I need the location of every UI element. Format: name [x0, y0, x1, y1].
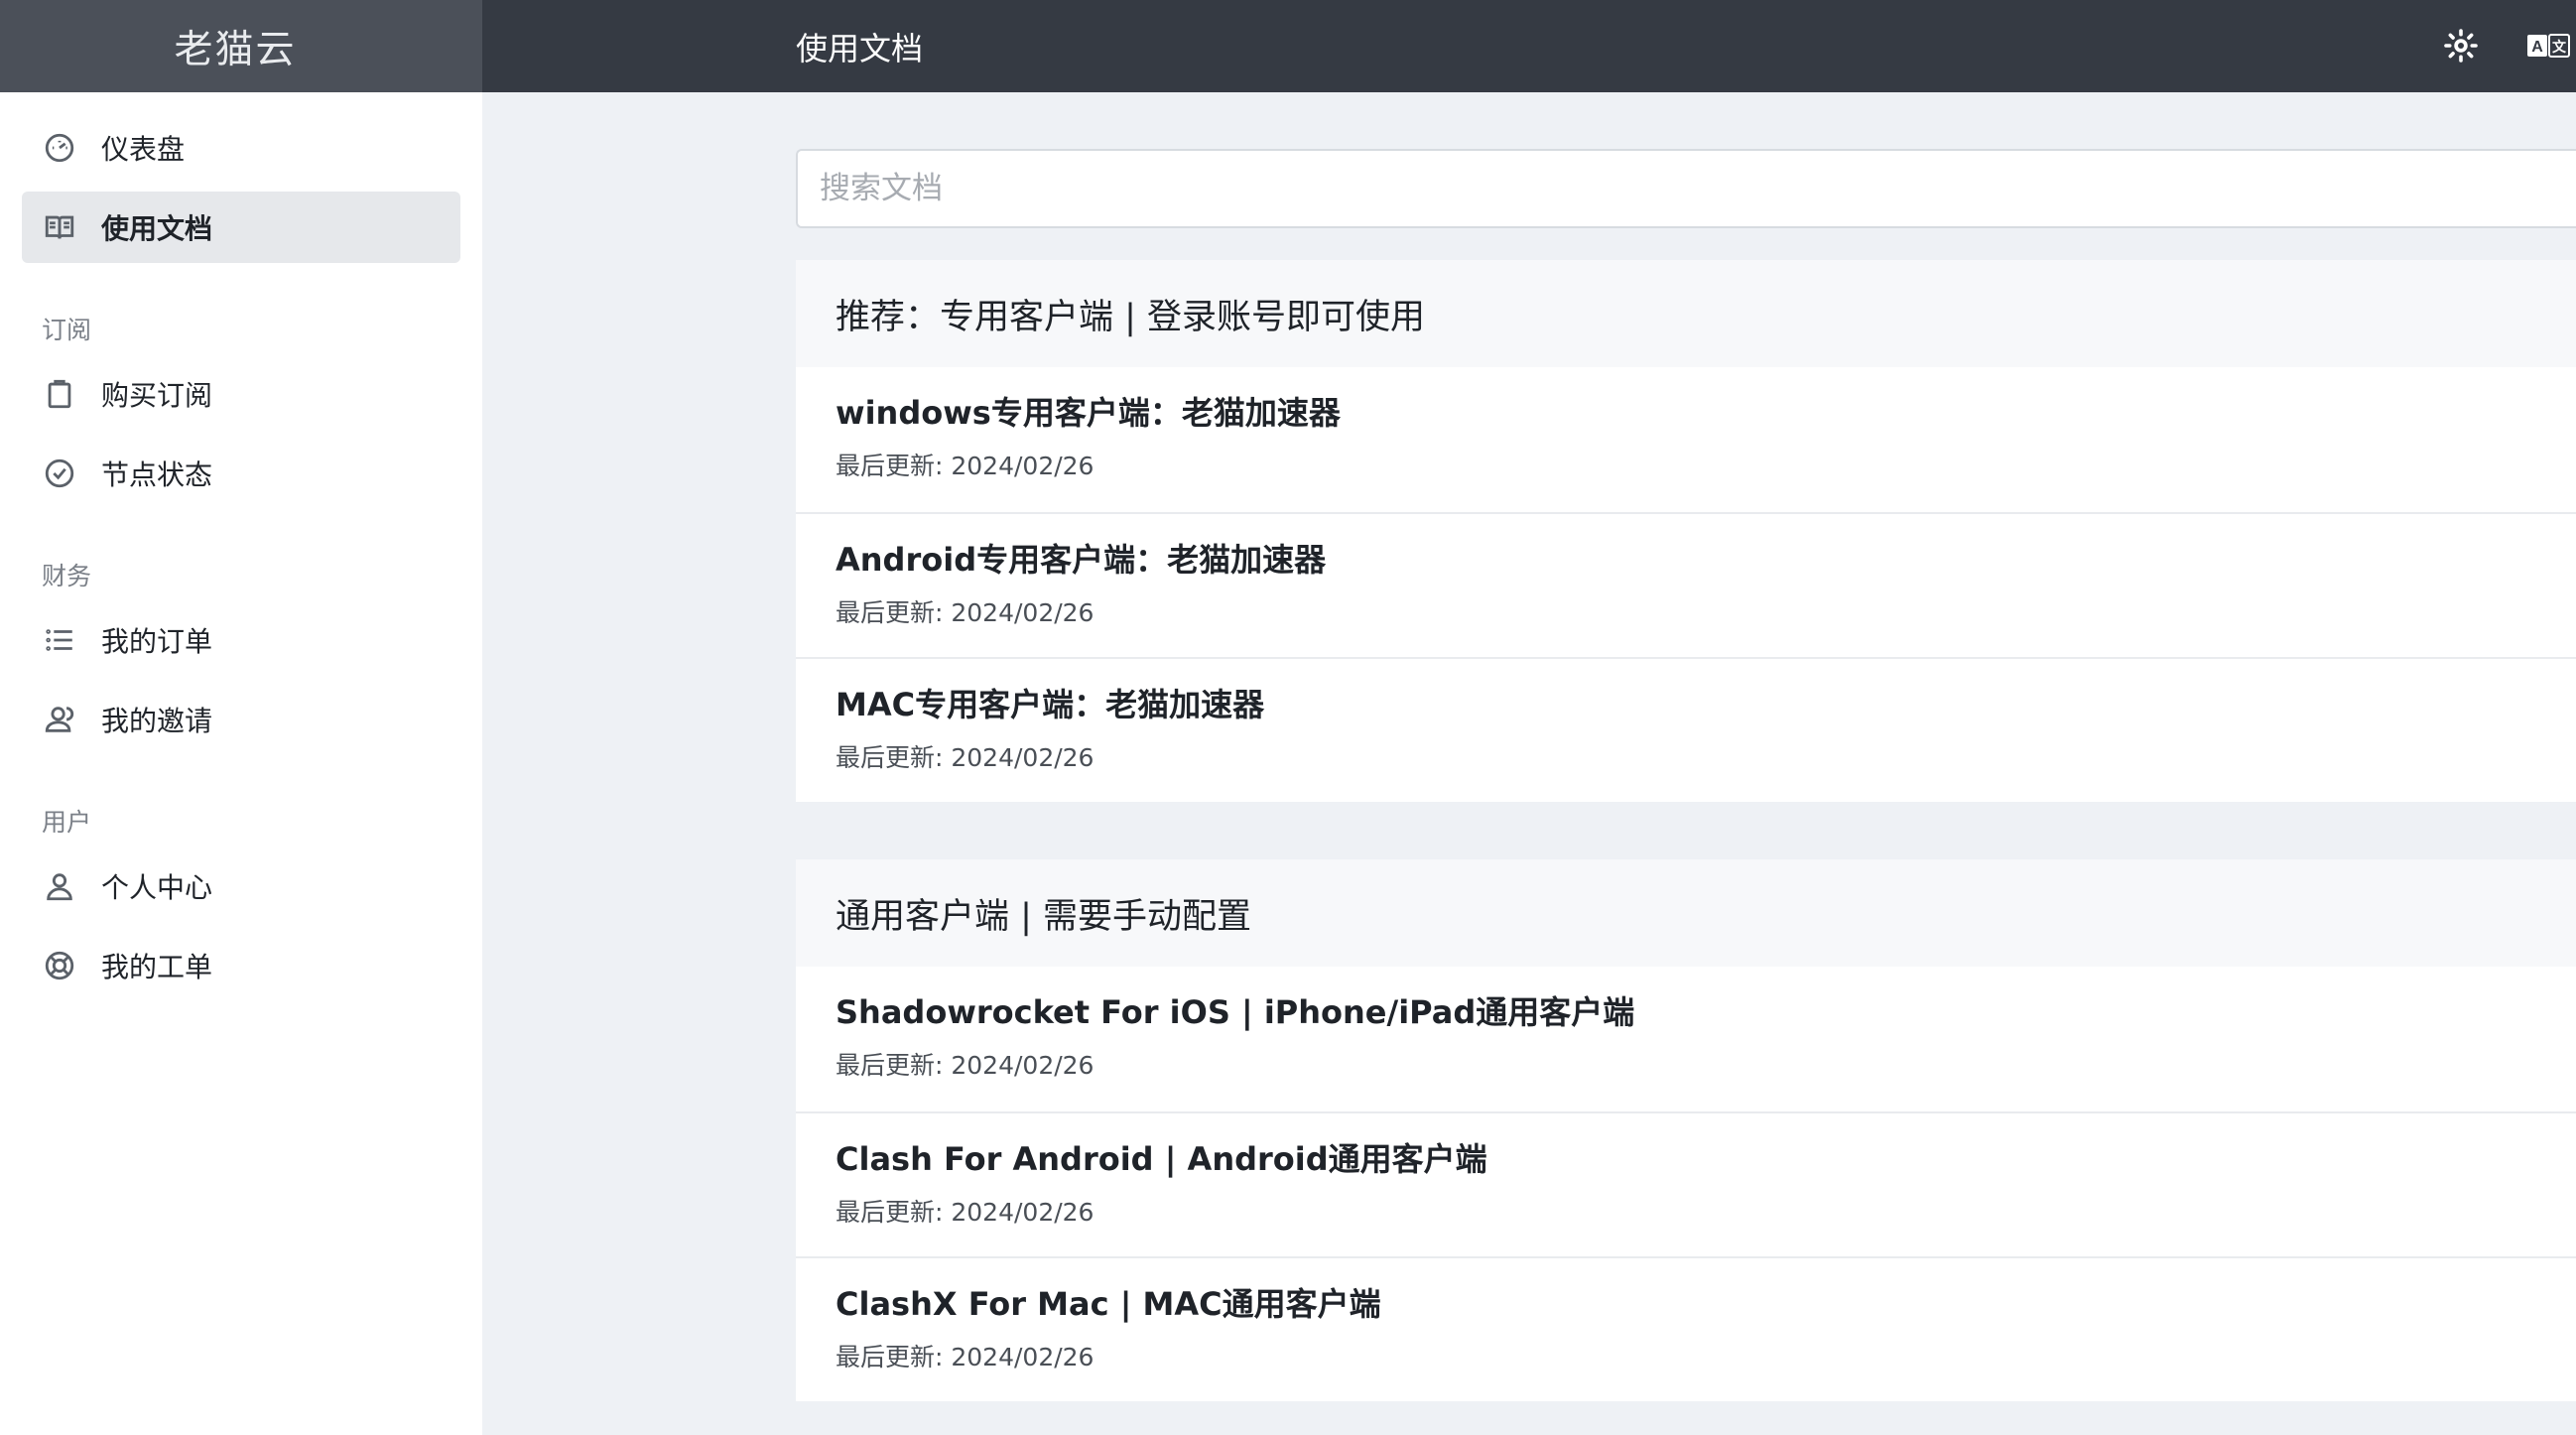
sidebar: 老猫云 仪表盘 使用文档 订阅 购买订阅 节点状态 财务 我的订单 我的邀请 用…	[0, 0, 482, 1435]
top-header: 使用文档 A 文	[482, 0, 2576, 92]
doc-updated: 最后更新: 2024/02/26	[836, 1198, 1095, 1227]
doc-updated: 最后更新: 2024/02/26	[836, 1343, 1095, 1371]
language-switch-button[interactable]: A 文	[2524, 28, 2572, 64]
sidebar-item-node-status[interactable]: 节点状态	[22, 438, 460, 509]
sun-icon	[2444, 29, 2478, 63]
sidebar-item-label: 购买订阅	[101, 379, 213, 412]
doc-item[interactable]: Android专用客户端：老猫加速器 最后更新: 2024/02/26	[796, 512, 2576, 657]
doc-title: Android专用客户端：老猫加速器	[836, 541, 1327, 579]
clipboard-icon	[42, 376, 77, 412]
sidebar-item-label: 我的订单	[101, 625, 213, 658]
sidebar-nav: 仪表盘 使用文档 订阅 购买订阅 节点状态 财务 我的订单 我的邀请 用户 个人…	[0, 92, 482, 1001]
doc-item[interactable]: MAC专用客户端：老猫加速器 最后更新: 2024/02/26	[796, 657, 2576, 802]
user-icon	[42, 868, 77, 904]
doc-title: MAC专用客户端：老猫加速器	[836, 686, 1265, 723]
docs-section-generic: 通用客户端 | 需要手动配置 Shadowrocket For iOS | iP…	[796, 859, 2576, 1401]
doc-updated: 最后更新: 2024/02/26	[836, 598, 1095, 627]
docs-section-recommended: 推荐：专用客户端 | 登录账号即可使用 windows专用客户端：老猫加速器 最…	[796, 260, 2576, 802]
nav-group-subscription: 订阅	[42, 316, 92, 344]
doc-item[interactable]: Clash For Android | Android通用客户端 最后更新: 2…	[796, 1111, 2576, 1256]
doc-item[interactable]: ClashX For Mac | MAC通用客户端 最后更新: 2024/02/…	[796, 1256, 2576, 1401]
list-icon	[42, 622, 77, 658]
users-icon	[42, 702, 77, 737]
sidebar-item-my-orders[interactable]: 我的订单	[22, 604, 460, 676]
doc-title: ClashX For Mac | MAC通用客户端	[836, 1285, 1381, 1323]
doc-title: Clash For Android | Android通用客户端	[836, 1140, 1487, 1178]
sidebar-item-label: 我的工单	[101, 951, 213, 983]
doc-updated: 最后更新: 2024/02/26	[836, 1051, 1095, 1080]
lifebuoy-icon	[42, 948, 77, 983]
svg-text:A: A	[2531, 39, 2543, 56]
nav-group-finance: 财务	[42, 562, 92, 590]
check-circle-icon	[42, 456, 77, 491]
nav-group-user: 用户	[42, 808, 92, 837]
section-title: 通用客户端 | 需要手动配置	[796, 859, 2576, 967]
theme-toggle-button[interactable]	[2439, 24, 2483, 67]
sidebar-item-docs[interactable]: 使用文档	[22, 192, 460, 263]
section-title: 推荐：专用客户端 | 登录账号即可使用	[796, 260, 2576, 367]
sidebar-item-label: 节点状态	[101, 458, 213, 491]
sidebar-item-tickets[interactable]: 我的工单	[22, 930, 460, 1001]
doc-title: windows专用客户端：老猫加速器	[836, 394, 1341, 432]
search-input[interactable]	[796, 149, 2576, 228]
sidebar-item-buy-subscription[interactable]: 购买订阅	[22, 358, 460, 430]
doc-updated: 最后更新: 2024/02/26	[836, 452, 1095, 480]
sidebar-item-label: 仪表盘	[101, 133, 186, 166]
page-title: 使用文档	[796, 29, 924, 67]
svg-text:文: 文	[2552, 39, 2567, 56]
doc-item[interactable]: Shadowrocket For iOS | iPhone/iPad通用客户端 …	[796, 967, 2576, 1111]
doc-item[interactable]: windows专用客户端：老猫加速器 最后更新: 2024/02/26	[796, 367, 2576, 512]
docs-main: 推荐：专用客户端 | 登录账号即可使用 windows专用客户端：老猫加速器 最…	[796, 149, 2576, 1401]
sidebar-item-label: 我的邀请	[101, 705, 213, 737]
sidebar-item-label: 个人中心	[101, 871, 213, 904]
dashboard-icon	[42, 130, 77, 166]
doc-title: Shadowrocket For iOS | iPhone/iPad通用客户端	[836, 993, 1635, 1031]
doc-updated: 最后更新: 2024/02/26	[836, 743, 1095, 772]
translate-icon: A 文	[2527, 34, 2570, 58]
brand-logo[interactable]: 老猫云	[0, 0, 482, 92]
sidebar-item-dashboard[interactable]: 仪表盘	[22, 112, 460, 184]
sidebar-item-my-invites[interactable]: 我的邀请	[22, 684, 460, 755]
sidebar-item-profile[interactable]: 个人中心	[22, 850, 460, 922]
sidebar-item-label: 使用文档	[101, 212, 213, 245]
book-icon	[42, 209, 77, 245]
